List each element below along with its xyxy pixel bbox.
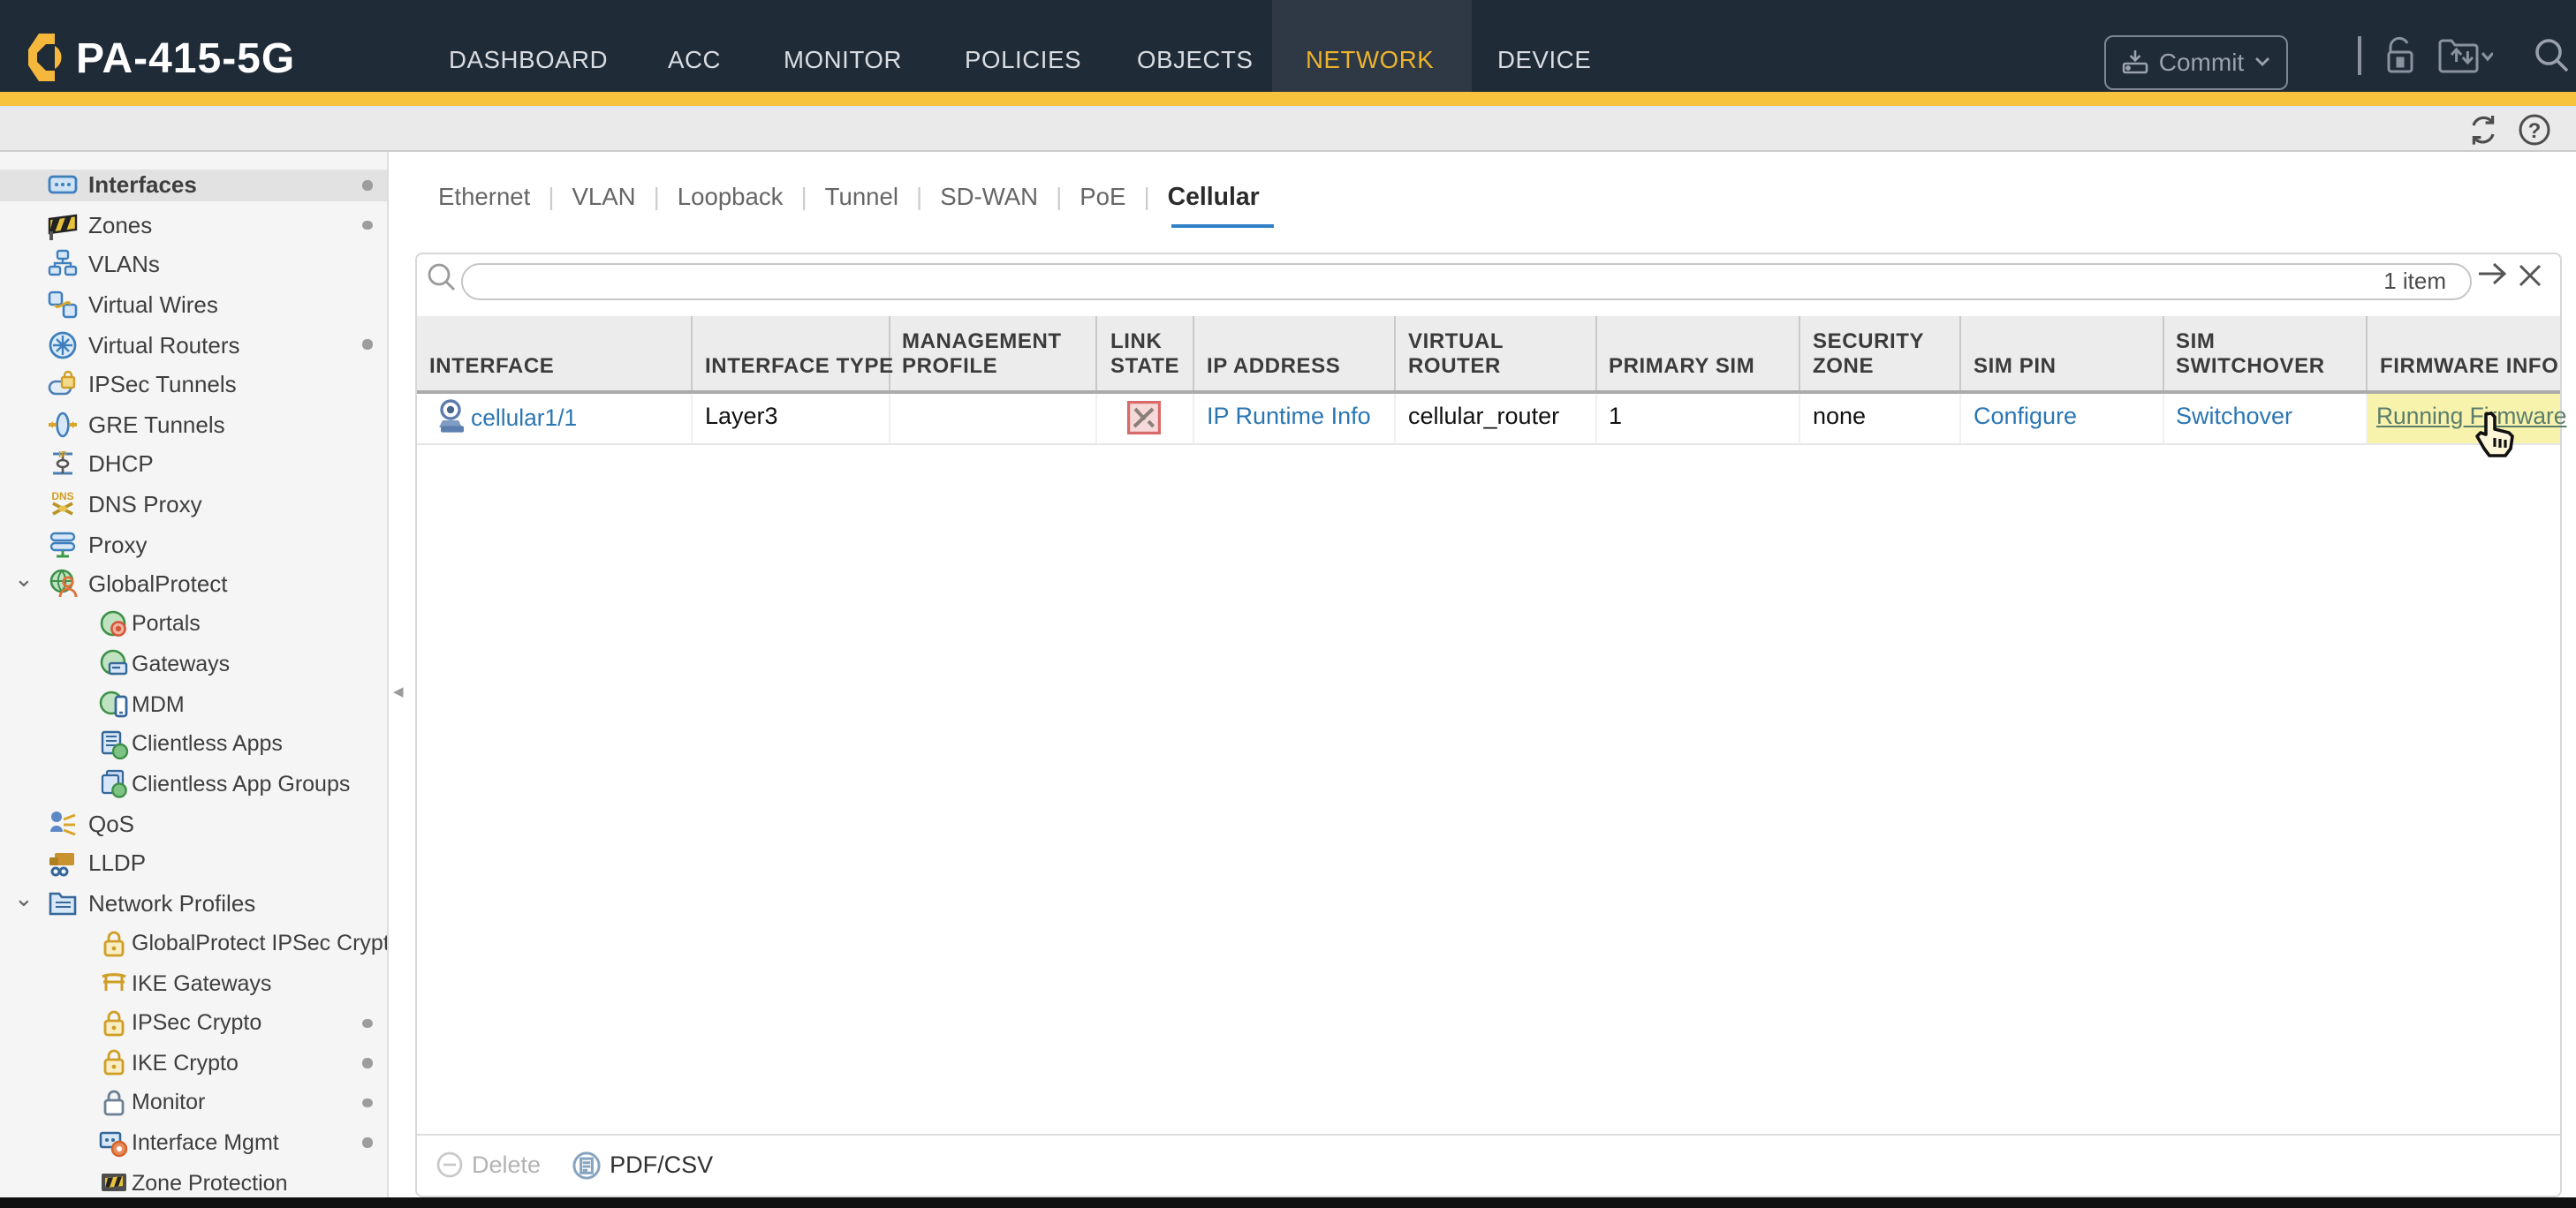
svg-text:?: ?: [2527, 118, 2541, 142]
svg-text:DNS: DNS: [51, 490, 73, 502]
svg-text:IP: IP: [58, 451, 67, 461]
